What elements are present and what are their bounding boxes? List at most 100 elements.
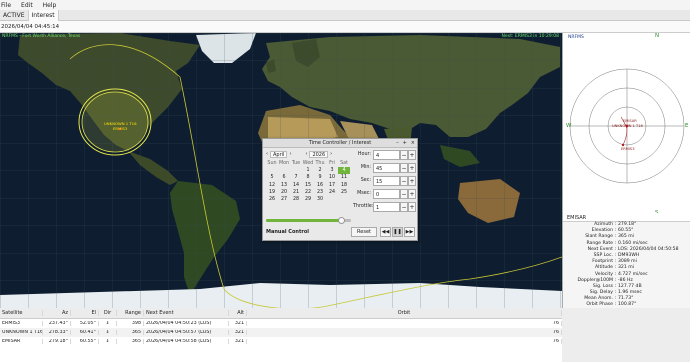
col-dir[interactable]: Dir bbox=[99, 310, 117, 316]
increment-button[interactable]: + bbox=[408, 149, 416, 160]
calendar-day[interactable]: 9 bbox=[314, 174, 326, 181]
calendar-day[interactable]: 29 bbox=[302, 196, 314, 203]
calendar-day[interactable]: 16 bbox=[314, 182, 326, 189]
calendar-day[interactable]: 27 bbox=[278, 196, 290, 203]
calendar-day[interactable]: 13 bbox=[278, 182, 290, 189]
decrement-button[interactable]: − bbox=[400, 188, 408, 199]
time-field-row: Throttle: 1− + bbox=[353, 201, 417, 213]
calendar-day[interactable]: 12 bbox=[266, 182, 278, 189]
calendar-day[interactable]: 18 bbox=[338, 182, 350, 189]
calendar-day[interactable]: 5 bbox=[266, 174, 278, 181]
field-label: Throttle: bbox=[353, 204, 374, 210]
decrement-button[interactable]: − bbox=[400, 201, 408, 212]
calendar-day[interactable]: 10 bbox=[326, 174, 338, 181]
increment-button[interactable]: + bbox=[408, 188, 416, 199]
table-row[interactable]: ERMIS3 237.43° 52.05° ⇓ 398 2026/04/04 0… bbox=[0, 319, 562, 328]
menu-help[interactable]: Help bbox=[43, 2, 57, 9]
month-selector[interactable]: April bbox=[270, 150, 288, 158]
prev-year-icon[interactable]: ‹ bbox=[305, 151, 307, 157]
table-row[interactable]: UNKNOWN 1 T16 278.33° 60.41° ⇓ 365 2026/… bbox=[0, 328, 562, 337]
cell-az: 278.33° bbox=[43, 330, 71, 335]
field-input[interactable]: 0 bbox=[373, 188, 400, 199]
decrement-button[interactable]: − bbox=[400, 162, 408, 173]
calendar-day[interactable]: 30 bbox=[314, 196, 326, 203]
col-az[interactable]: Az bbox=[43, 310, 71, 316]
calendar-day[interactable]: 7 bbox=[290, 174, 302, 181]
field-input[interactable]: 4 bbox=[373, 149, 400, 160]
calendar-day[interactable]: 20 bbox=[278, 189, 290, 196]
field-input[interactable]: 1 bbox=[373, 201, 400, 212]
play-button[interactable]: ▶▶ bbox=[404, 227, 415, 237]
calendar: ‹ April › ‹ 2026 › Sun Mon Tue Wed Thu Fri Sat… bbox=[266, 150, 351, 214]
calendar-day[interactable]: 1 bbox=[302, 167, 314, 174]
cell-satellite: EMISAR bbox=[0, 339, 43, 344]
calendar-day[interactable]: 26 bbox=[266, 196, 278, 203]
tab-interest[interactable]: Interest bbox=[28, 10, 59, 21]
close-icon[interactable]: × bbox=[411, 140, 415, 146]
col-orbit[interactable]: Orbit bbox=[247, 310, 562, 316]
field-input[interactable]: 45 bbox=[373, 162, 400, 173]
calendar-day[interactable]: 14 bbox=[290, 182, 302, 189]
col-next-event[interactable]: Next Event bbox=[144, 310, 229, 316]
slider-fill bbox=[266, 219, 343, 222]
reset-button[interactable]: Reset bbox=[351, 227, 377, 237]
calendar-day[interactable]: 25 bbox=[338, 189, 350, 196]
slider-handle[interactable] bbox=[337, 216, 345, 224]
decrement-button[interactable]: − bbox=[400, 149, 408, 160]
col-range[interactable]: Range bbox=[117, 310, 144, 316]
prev-month-icon[interactable]: ‹ bbox=[266, 151, 268, 157]
calendar-day[interactable]: 11 bbox=[338, 174, 350, 181]
menu-file[interactable]: File bbox=[1, 2, 11, 9]
cell-range: 365 bbox=[117, 330, 144, 335]
col-alt[interactable]: Alt bbox=[229, 310, 247, 316]
calendar-day[interactable]: 17 bbox=[326, 182, 338, 189]
cell-dir: ⇓ bbox=[99, 339, 117, 344]
time-field-row: Msec: 0− + bbox=[353, 188, 417, 200]
cell-satellite: ERMIS3 bbox=[0, 321, 43, 326]
pause-button[interactable]: ❚❚ bbox=[392, 227, 403, 237]
calendar-day[interactable]: 21 bbox=[290, 189, 302, 196]
throttle-slider[interactable] bbox=[266, 216, 351, 224]
table-row[interactable]: EMISAR 279.18° 60.55° ⇓ 365 2026/04/04 0… bbox=[0, 337, 562, 346]
calendar-day[interactable]: 3 bbox=[326, 167, 338, 174]
polar-north-label: N bbox=[655, 33, 660, 39]
calendar-day[interactable]: 28 bbox=[290, 196, 302, 203]
cell-el: 60.41° bbox=[71, 330, 99, 335]
next-year-icon[interactable]: › bbox=[330, 151, 332, 157]
decrement-button[interactable]: − bbox=[400, 175, 408, 186]
col-el[interactable]: El bbox=[71, 310, 99, 316]
calendar-day[interactable]: 23 bbox=[314, 189, 326, 196]
polar-east-label: E bbox=[685, 123, 689, 129]
calendar-day[interactable]: 8 bbox=[302, 174, 314, 181]
cell-next-event: 2026/04/04 04:50:58 (LOS) bbox=[144, 339, 229, 344]
time-field-row: Min: 45− + bbox=[353, 162, 417, 174]
polar-view[interactable]: NRFMS N S E W UNKNOWN 1 T16 EMISAR ERMIS… bbox=[562, 33, 690, 216]
menu-edit[interactable]: Edit bbox=[21, 2, 33, 9]
calendar-day[interactable]: 24 bbox=[326, 189, 338, 196]
increment-button[interactable]: + bbox=[408, 201, 416, 212]
calendar-day[interactable]: 2 bbox=[314, 167, 326, 174]
maximize-icon[interactable]: + bbox=[403, 140, 407, 146]
tab-active[interactable]: ACTIVE bbox=[0, 10, 29, 21]
cell-alt: 321 bbox=[229, 321, 247, 326]
calendar-day[interactable]: 15 bbox=[302, 182, 314, 189]
increment-button[interactable]: + bbox=[408, 175, 416, 186]
dialog-titlebar[interactable]: Time Controller / Interest – + × bbox=[263, 139, 417, 148]
rewind-button[interactable]: ◀◀ bbox=[380, 227, 391, 237]
map-next-event: Next: ERMIS3 in 10:29:08 bbox=[501, 34, 559, 39]
calendar-day[interactable]: 22 bbox=[302, 189, 314, 196]
calendar-day[interactable]: 4 bbox=[338, 167, 350, 175]
year-selector[interactable]: 2026 bbox=[309, 150, 329, 158]
weekday-label: Sat bbox=[340, 161, 348, 166]
calendar-day[interactable]: 6 bbox=[278, 174, 290, 181]
calendar-day[interactable]: 19 bbox=[266, 189, 278, 196]
field-input[interactable]: 15 bbox=[373, 175, 400, 186]
next-month-icon[interactable]: › bbox=[289, 151, 291, 157]
cell-el: 60.55° bbox=[71, 339, 99, 344]
minimize-icon[interactable]: – bbox=[396, 140, 399, 146]
weekday-label: Fri bbox=[329, 161, 335, 166]
manual-control-label: Manual Control bbox=[266, 229, 309, 235]
menu-bar: File Edit Help bbox=[0, 0, 690, 10]
col-satellite[interactable]: Satellite bbox=[0, 310, 43, 316]
increment-button[interactable]: + bbox=[408, 162, 416, 173]
